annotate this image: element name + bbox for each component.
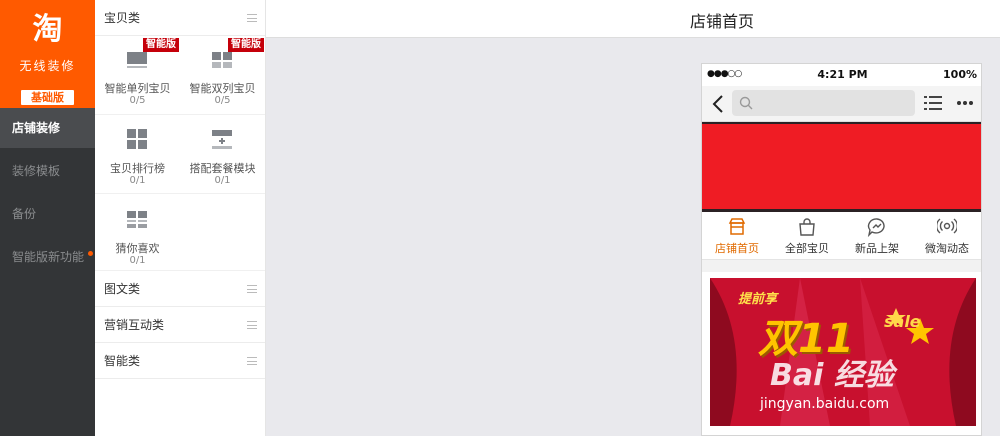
divider — [95, 114, 265, 115]
single-column-item-icon — [127, 52, 147, 68]
sidebar-item-label: 备份 — [12, 207, 37, 221]
smart-version-badge: 智能版 — [228, 38, 264, 52]
widget-smart-single-column[interactable]: 智能版 智能单列宝贝 0/5 — [95, 36, 180, 114]
search-input[interactable] — [732, 90, 915, 116]
drag-handle-icon[interactable] — [247, 357, 257, 365]
promo-banner[interactable]: 提前享 双11 sale Bai 经验 jingyan.baidu.com — [710, 278, 976, 426]
taobao-logo-glyph: 淘 — [32, 12, 63, 47]
watermark-text: Bai 经验 — [770, 358, 894, 393]
category-item-widgets[interactable]: 宝贝类 — [95, 0, 265, 36]
sidebar-item-label: 装修模板 — [12, 164, 61, 178]
plan-badge: 基础版 — [20, 89, 75, 106]
shop-icon — [728, 218, 746, 235]
promo-kicker: 提前享 — [738, 292, 778, 307]
category-label: 营销互动类 — [104, 318, 165, 332]
broadcast-icon — [937, 218, 957, 234]
notification-dot — [88, 251, 93, 256]
sidebar-item-backup[interactable]: 备份 — [0, 194, 95, 234]
widget-label: 搭配套餐模块 — [189, 162, 256, 175]
status-time: 4:21 PM — [817, 68, 868, 81]
page-title: 店铺首页 — [690, 12, 755, 31]
smart-version-badge: 智能版 — [143, 38, 179, 52]
widget-count: 0/1 — [129, 255, 146, 266]
widget-count: 0/5 — [214, 95, 231, 106]
promo-sale-tag: sale — [884, 312, 921, 331]
widget-label: 宝贝排行榜 — [110, 162, 165, 175]
category-item-smart[interactable]: 智能类 — [95, 343, 265, 379]
shop-nav: 店铺首页 全部宝贝 新品上架 微淘动态 — [702, 212, 981, 260]
widget-count: 0/5 — [129, 95, 146, 106]
app-subtitle: 无线装修 — [19, 59, 76, 73]
battery-level: 100% — [943, 68, 977, 81]
double-column-item-icon — [212, 52, 232, 68]
category-label: 宝贝类 — [104, 11, 141, 25]
sidebar-item-smart-features[interactable]: 智能版新功能 — [0, 237, 95, 277]
tab-label: 新品上架 — [855, 242, 899, 255]
top-bar: 店铺首页 — [266, 0, 1000, 38]
category-item-image-text[interactable]: 图文类 — [95, 271, 265, 307]
chat-icon — [867, 218, 885, 237]
sidebar-item-shop-decoration[interactable]: 店铺装修 — [0, 108, 95, 148]
tab-all-items[interactable]: 全部宝贝 — [772, 212, 842, 260]
guess-you-like-icon — [127, 211, 147, 228]
watermark-url: jingyan.baidu.com — [760, 396, 890, 412]
category-item-marketing[interactable]: 营销互动类 — [95, 307, 265, 343]
drag-handle-icon[interactable] — [247, 321, 257, 329]
bag-icon — [799, 218, 815, 236]
phone-nav-bar — [702, 86, 981, 122]
list-menu-icon[interactable] — [924, 95, 942, 112]
tab-new-arrivals[interactable]: 新品上架 — [842, 212, 912, 260]
sidebar-item-label: 智能版新功能 — [12, 250, 85, 264]
sidebar-item-label: 店铺装修 — [12, 121, 61, 135]
widget-bundle-module[interactable]: 搭配套餐模块 0/1 — [180, 116, 265, 194]
main-sidebar: 淘 无线装修 基础版 店铺装修 装修模板 备份 智能版新功能 — [0, 0, 95, 436]
widget-panel: 宝贝类 智能版 智能单列宝贝 0/5 智能版 智能双列宝贝 0/5 宝贝排行榜 … — [95, 0, 266, 436]
category-label: 图文类 — [104, 282, 141, 296]
divider — [95, 193, 265, 194]
drag-handle-icon[interactable] — [247, 285, 257, 293]
widget-label: 智能双列宝贝 — [189, 82, 256, 95]
app-logo: 淘 无线装修 基础版 — [0, 0, 95, 108]
widget-guess-you-like[interactable]: 猜你喜欢 0/1 — [95, 196, 180, 274]
tab-weitao-feed[interactable]: 微淘动态 — [912, 212, 981, 260]
back-arrow-icon[interactable] — [711, 94, 725, 114]
widget-label: 猜你喜欢 — [115, 242, 160, 255]
tab-shop-home[interactable]: 店铺首页 — [702, 212, 772, 260]
section-gap — [702, 260, 981, 272]
phone-preview: ●●●○○ 4:21 PM 100% 店铺首页 全部宝贝 新品上架 微淘动态 提… — [701, 63, 982, 436]
phone-status-bar: ●●●○○ 4:21 PM 100% — [702, 64, 981, 86]
ranking-grid-icon — [127, 129, 147, 149]
category-label: 智能类 — [104, 354, 141, 368]
widget-item-ranking[interactable]: 宝贝排行榜 0/1 — [95, 116, 180, 194]
banner-redacted-block — [702, 124, 981, 209]
widget-count: 0/1 — [129, 175, 146, 186]
tab-label: 全部宝贝 — [785, 242, 829, 255]
bundle-module-icon — [212, 130, 232, 149]
search-icon — [739, 96, 753, 110]
sidebar-item-templates[interactable]: 装修模板 — [0, 151, 95, 191]
tab-label: 微淘动态 — [925, 242, 969, 255]
drag-handle-icon[interactable] — [247, 14, 257, 22]
more-options-icon[interactable] — [956, 97, 974, 109]
shop-banner — [702, 122, 981, 212]
widget-count: 0/1 — [214, 175, 231, 186]
widget-label: 智能单列宝贝 — [104, 82, 171, 95]
widget-smart-double-column[interactable]: 智能版 智能双列宝贝 0/5 — [180, 36, 265, 114]
tab-label: 店铺首页 — [715, 242, 759, 255]
